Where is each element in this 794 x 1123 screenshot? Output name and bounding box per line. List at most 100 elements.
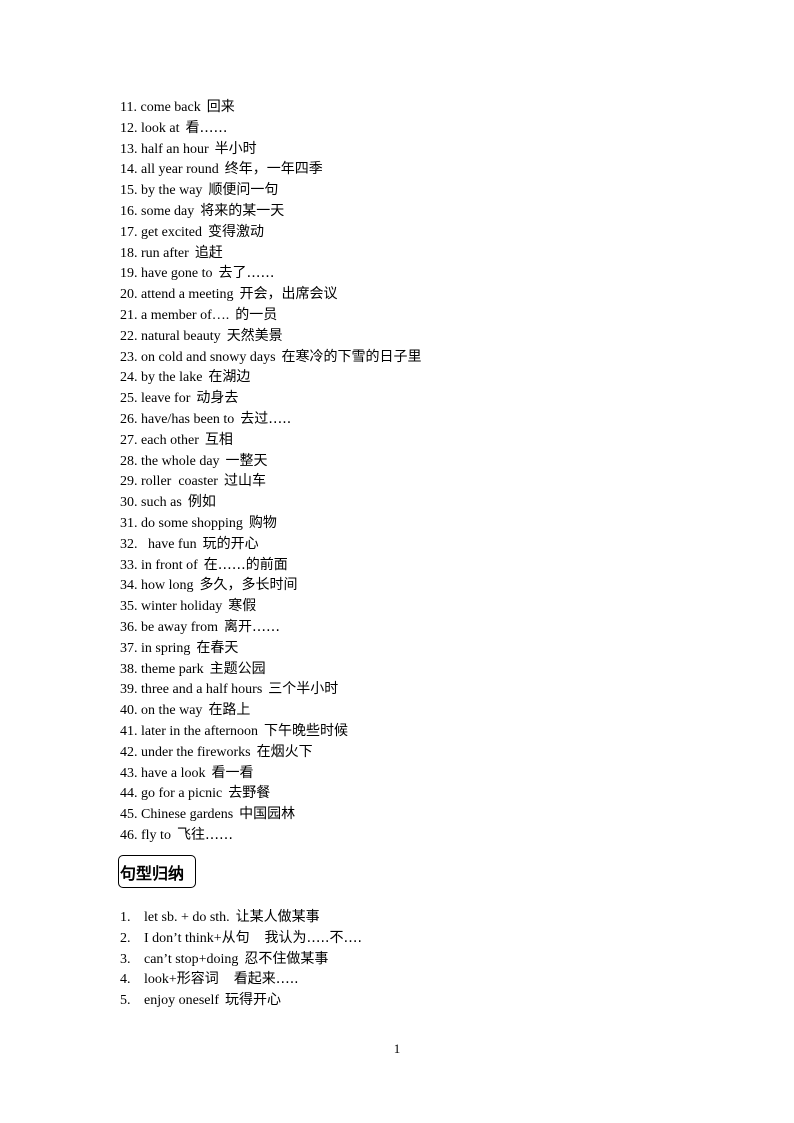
vocab-item-chinese: 互相 [204, 431, 233, 448]
vocab-item: 31. do some shopping 购物 [120, 513, 422, 534]
vocab-item-english: theme park [141, 661, 204, 677]
vocab-item-english: on cold and snowy days [141, 349, 276, 365]
vocab-item-english: in front of [141, 557, 198, 573]
vocab-item-chinese: 主题公园 [209, 660, 266, 677]
vocab-item-english: half an hour [141, 141, 209, 157]
vocab-item-chinese: 例如 [187, 494, 216, 511]
vocab-item-number: 29. [120, 474, 138, 490]
vocab-item: 43. have a look 看一看 [120, 763, 422, 784]
vocab-item-chinese: 看一看 [211, 764, 254, 781]
vocab-item-number: 32. [120, 536, 138, 552]
vocab-item: 15. by the way 顺便问一句 [120, 180, 422, 201]
vocab-item: 37. in spring 在春天 [120, 638, 422, 659]
vocab-item: 23. on cold and snowy days 在寒冷的下雪的日子里 [120, 347, 422, 368]
pattern-item-number: 3. [120, 951, 131, 967]
vocab-item-number: 23. [120, 349, 138, 365]
vocab-item-number: 18. [120, 245, 138, 261]
vocabulary-list: 11. come back 回来 12. look at 看…… 13. half an… [120, 97, 422, 846]
vocab-item-chinese: 在寒冷的下雪的日子里 [281, 348, 422, 365]
vocab-item-english: be away from [141, 619, 218, 635]
vocab-item: 34. how long 多久，多长时间 [120, 575, 422, 596]
vocab-item-chinese: 三个半小时 [268, 681, 339, 698]
vocab-item-number: 19. [120, 266, 138, 282]
vocab-item-chinese: 去野餐 [228, 785, 271, 802]
vocab-item-english: roller coaster [141, 474, 218, 490]
vocab-item: 46. fly to 飞往…… [120, 825, 422, 846]
vocab-item-english: each other [141, 432, 199, 448]
vocab-item-chinese: 飞往…… [176, 826, 233, 843]
vocab-item-number: 40. [120, 703, 138, 719]
vocab-item-english: in spring [141, 640, 191, 656]
vocab-item: 30. such as 例如 [120, 492, 422, 513]
vocab-item-number: 20. [120, 287, 138, 303]
pattern-item-chinese: 我认为…..不…. [255, 929, 362, 946]
vocab-item-number: 30. [120, 495, 138, 511]
vocab-item-chinese: 在湖边 [208, 369, 251, 386]
pattern-item-english: look+形容词 [144, 972, 219, 988]
vocab-item-number: 28. [120, 453, 138, 469]
pattern-item: 1. let sb. + do sth. 让某人做某事 [120, 907, 362, 928]
vocab-item-number: 11. [120, 100, 137, 115]
vocab-item-number: 45. [120, 807, 138, 823]
vocab-item: 24. by the lake 在湖边 [120, 367, 422, 388]
vocab-item-number: 15. [120, 183, 138, 199]
vocab-item: 17. get excited 变得激动 [120, 222, 422, 243]
document-page: 11. come back 回来 12. look at 看…… 13. half an… [0, 0, 794, 1123]
vocab-item: 25. leave for 动身去 [120, 388, 422, 409]
vocab-item-chinese: 在春天 [196, 639, 239, 656]
vocab-item-english: Chinese gardens [141, 807, 234, 823]
vocab-item-chinese: 多久，多长时间 [199, 577, 298, 594]
vocab-item-english: by the way [141, 183, 203, 199]
vocab-item: 13. half an hour 半小时 [120, 139, 422, 160]
vocab-item-number: 16. [120, 203, 138, 219]
vocab-item-english: under the fireworks [141, 744, 251, 760]
vocab-item-chinese: 回来 [206, 99, 235, 115]
vocab-item: 22. natural beauty 天然美景 [120, 326, 422, 347]
vocab-item-english: such as [141, 495, 182, 511]
vocab-item-chinese: 在路上 [208, 702, 251, 719]
pattern-item-chinese: 忍不住做某事 [244, 950, 329, 967]
vocab-item-chinese: 过山车 [223, 473, 266, 490]
vocab-item-chinese: 在……的前面 [203, 556, 288, 573]
vocab-item: 45. Chinese gardens 中国园林 [120, 804, 422, 825]
vocab-item-chinese: 半小时 [214, 140, 257, 157]
vocab-item-number: 44. [120, 786, 138, 802]
vocab-item-number: 27. [120, 432, 138, 448]
vocab-item: 12. look at 看…… [120, 118, 422, 139]
vocab-item-english: winter holiday [141, 599, 223, 615]
vocab-item-english: look at [141, 120, 180, 136]
vocab-item-chinese: 动身去 [196, 390, 239, 407]
vocab-item-english: have/has been to [141, 411, 235, 427]
vocab-item-english: have a look [141, 765, 206, 781]
vocab-item-english: leave for [141, 391, 191, 407]
vocab-item-english: on the way [141, 703, 203, 719]
vocab-item-chinese: 一整天 [225, 452, 268, 469]
vocab-item-english: how long [141, 578, 194, 594]
vocab-item-chinese: 去了…… [218, 265, 275, 282]
vocab-item-english: do some shopping [141, 515, 243, 531]
pattern-item-english: enjoy oneself [144, 993, 220, 1009]
section-heading: 句型归纳 [120, 863, 185, 883]
vocab-item-number: 17. [120, 224, 138, 240]
vocab-item-english: have gone to [141, 266, 213, 282]
sentence-pattern-list: 1. let sb. + do sth. 让某人做某事 2. I don’t think… [120, 907, 362, 1011]
vocab-item: 20. attend a meeting 开会，出席会议 [120, 284, 422, 305]
vocab-item-number: 26. [120, 411, 138, 427]
pattern-item-number: 1. [120, 910, 131, 925]
vocab-item-chinese: 的一员 [235, 306, 278, 323]
vocab-item-number: 37. [120, 640, 138, 656]
vocab-item-number: 34. [120, 578, 138, 594]
vocab-item-chinese: 变得激动 [208, 223, 265, 240]
page-number: 1 [393, 1041, 401, 1056]
vocab-item-english: three and a half hours [141, 682, 263, 698]
vocab-item-number: 21. [120, 307, 138, 323]
vocab-item-chinese: 终年，一年四季 [224, 161, 323, 178]
vocab-item-chinese: 下午晚些时候 [264, 722, 349, 739]
vocab-item: 42. under the fireworks 在烟火下 [120, 742, 422, 763]
vocab-item-number: 42. [120, 744, 138, 760]
pattern-item-number: 2. [120, 930, 131, 946]
vocab-item-number: 13. [120, 141, 138, 157]
vocab-item-chinese: 玩的开心 [202, 535, 259, 552]
vocab-item: 14. all year round 终年，一年四季 [120, 159, 422, 180]
vocab-item-english: later in the afternoon [141, 723, 259, 739]
